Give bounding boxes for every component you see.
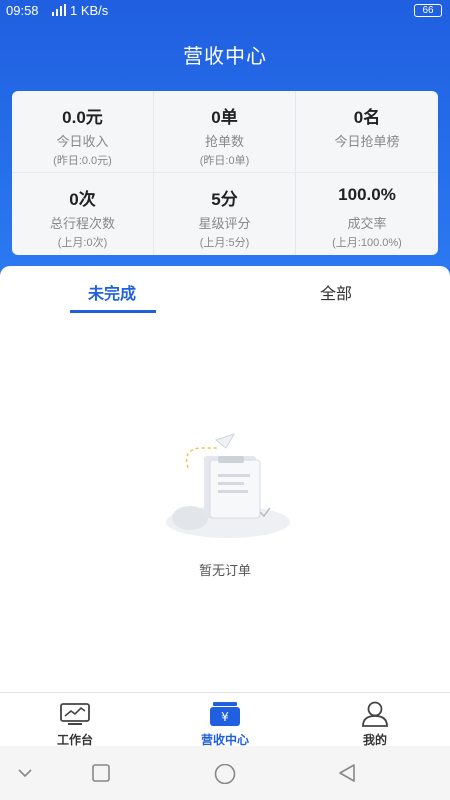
stat-star-rating: 5分 星级评分 (上月:5分) — [154, 173, 296, 255]
empty-orders-illustration — [166, 433, 290, 538]
stat-value: 100.0% — [338, 185, 396, 204]
stat-success-rate: 100.0% 成交率 (上月:100.0%) — [296, 173, 438, 255]
home-icon[interactable] — [214, 764, 236, 784]
status-bar: 09:58 1 KB/s 66 — [0, 0, 450, 22]
tab-all[interactable]: 全部 — [320, 280, 352, 304]
stat-label: 成交率 — [347, 216, 387, 231]
stat-label: 抢单数 — [204, 134, 244, 149]
user-icon — [362, 701, 388, 727]
stat-today-rank[interactable]: 0名 今日抢单榜 — [296, 91, 438, 173]
back-icon[interactable] — [338, 764, 356, 782]
battery-icon: 66 — [414, 4, 442, 17]
stat-compare: (上月:100.0%) — [332, 237, 402, 249]
stat-compare: (上月:5分) — [199, 237, 250, 249]
order-tabs: 未完成 全部 — [0, 266, 450, 314]
stats-card: 0.0元 今日收入 (昨日:0.0元) 0单 抢单数 (昨日:0单) 0名 今日… — [12, 91, 438, 255]
wallet-yuan-icon: ¥ — [210, 702, 240, 726]
stat-label: 总行程次数 — [49, 216, 115, 231]
stat-total-trips: 0次 总行程次数 (上月:0次) — [12, 173, 154, 255]
signal-icon — [52, 4, 66, 16]
collapse-chevron-icon[interactable] — [16, 764, 34, 782]
nav-workbench[interactable]: 工作台 — [0, 693, 150, 747]
stat-value: 0.0元 — [62, 108, 103, 127]
svg-text:¥: ¥ — [221, 710, 229, 724]
tab-unfinished[interactable]: 未完成 — [88, 280, 136, 304]
active-tab-indicator — [70, 310, 156, 313]
chart-monitor-icon — [60, 703, 90, 725]
status-time: 09:58 — [6, 3, 39, 18]
stat-compare: (上月:0次) — [57, 237, 108, 249]
stat-label: 星级评分 — [198, 216, 251, 231]
stat-today-income: 0.0元 今日收入 (昨日:0.0元) — [12, 91, 154, 173]
stat-value: 5分 — [211, 190, 238, 209]
stat-compare: (昨日:0.0元) — [53, 155, 112, 167]
stat-grab-count: 0单 抢单数 (昨日:0单) — [154, 91, 296, 173]
stat-compare: (昨日:0单) — [199, 155, 250, 167]
nav-mine[interactable]: 我的 — [300, 693, 450, 747]
stat-value: 0名 — [353, 108, 381, 127]
stat-label: 今日收入 — [56, 134, 109, 149]
nav-revenue-center[interactable]: ¥ 营收中心 — [150, 693, 300, 747]
empty-state-text: 暂无订单 — [198, 563, 251, 578]
stat-value: 0单 — [211, 108, 238, 127]
stat-value: 0次 — [69, 190, 96, 209]
network-speed: 1 KB/s — [70, 3, 109, 18]
system-navigation-bar — [0, 746, 450, 800]
page-title: 营收中心 — [183, 46, 267, 68]
recent-apps-icon[interactable] — [92, 764, 110, 782]
stat-label: 今日抢单榜 — [334, 134, 400, 149]
bottom-navigation: 工作台 ¥ 营收中心 我的 — [0, 692, 450, 747]
